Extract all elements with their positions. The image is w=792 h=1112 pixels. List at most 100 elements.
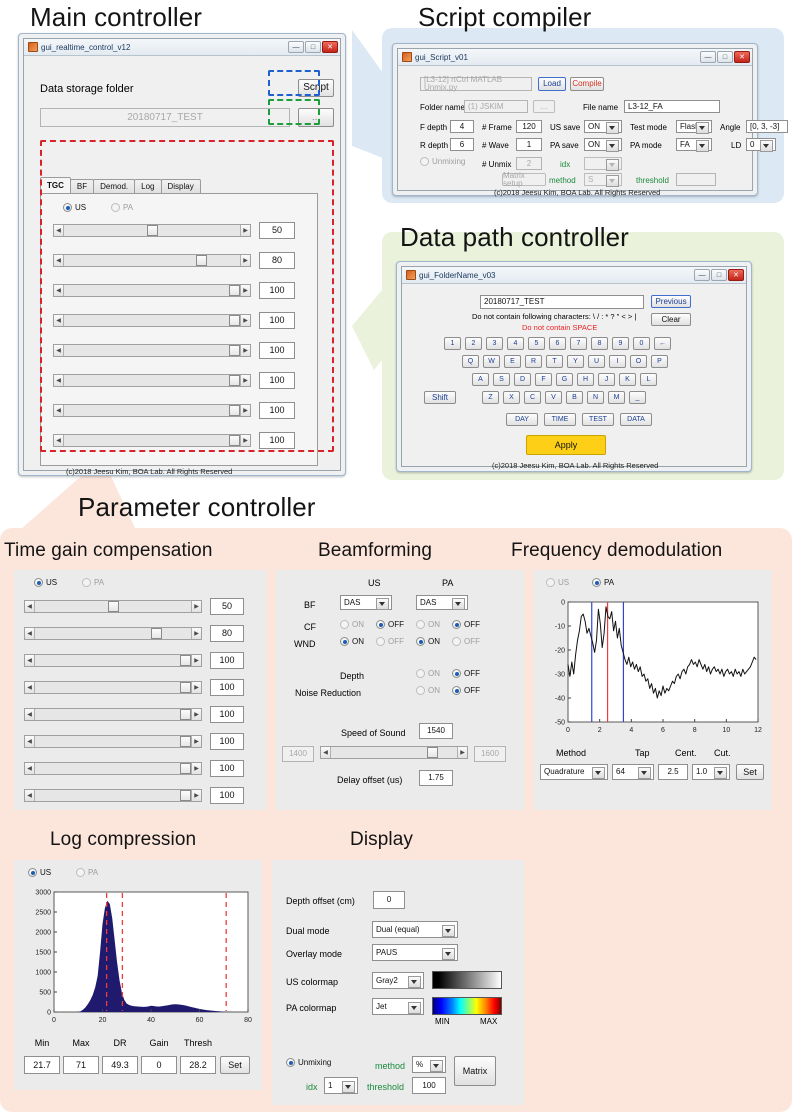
folder-browse-button[interactable]: ... (533, 100, 555, 113)
keyboard-key[interactable]: S (493, 373, 510, 386)
matrix-setup-button[interactable]: Matrix setup (502, 171, 546, 187)
browse-button[interactable]: ... (298, 108, 334, 127)
tab-bf[interactable]: BF (69, 179, 95, 193)
shift-key[interactable]: Shift (424, 391, 456, 404)
tgc-value-field[interactable]: 50 (259, 222, 295, 239)
tgc-slider[interactable]: ◀ ▶ (53, 314, 251, 327)
slider-right-arrow-icon[interactable]: ▶ (191, 736, 201, 747)
keyboard-key[interactable]: 7 (570, 337, 587, 350)
macro-key[interactable]: DAY (506, 413, 538, 426)
keyboard-key[interactable]: Y (567, 355, 584, 368)
slider-left-arrow-icon[interactable]: ◀ (54, 315, 64, 326)
maximize-button[interactable]: □ (305, 41, 321, 53)
n-wave-field[interactable]: 1 (516, 138, 542, 151)
close-button[interactable]: ✕ (728, 269, 744, 281)
tab-display[interactable]: Display (160, 179, 201, 193)
overlay-mode-dropdown[interactable]: PAUS (372, 944, 458, 961)
tgc-value-field[interactable]: 100 (210, 787, 244, 804)
log-field-value[interactable]: 71 (63, 1056, 99, 1074)
threshold-field[interactable] (676, 173, 716, 186)
slider-track[interactable] (35, 682, 191, 693)
demod-set-button[interactable]: Set (736, 764, 764, 780)
slider-left-arrow-icon[interactable]: ◀ (54, 255, 64, 266)
keyboard-key[interactable]: Z (482, 391, 499, 404)
slider-right-arrow-icon[interactable]: ▶ (191, 763, 201, 774)
cf-pa-on[interactable]: ON (416, 620, 440, 629)
slider-left-arrow-icon[interactable]: ◀ (54, 345, 64, 356)
tgc-value-field[interactable]: 100 (259, 402, 295, 419)
cf-us-off[interactable]: OFF (376, 620, 404, 629)
slider-right-arrow-icon[interactable]: ▶ (191, 790, 201, 801)
previous-button[interactable]: Previous (651, 295, 691, 308)
slider-track[interactable] (64, 315, 240, 326)
slider-thumb[interactable] (146, 225, 158, 236)
slider-left-arrow-icon[interactable]: ◀ (54, 375, 64, 386)
wnd-pa-on[interactable]: ON (416, 637, 440, 646)
compile-button[interactable]: Compile (570, 77, 604, 91)
pa-colormap-dropdown[interactable]: Jet (372, 998, 424, 1015)
maximize-button[interactable]: □ (717, 51, 733, 63)
keyboard-key[interactable]: G (556, 373, 573, 386)
keyboard-key[interactable]: V (545, 391, 562, 404)
demod-tap-dropdown[interactable]: 64 (612, 764, 654, 780)
tgc-slider[interactable]: ◀ ▶ (24, 789, 202, 802)
slider-track[interactable] (35, 763, 191, 774)
storage-folder-field[interactable]: 20180717_TEST (40, 108, 290, 127)
main-tgc-radio-pa[interactable]: PA (111, 203, 133, 212)
macro-key[interactable]: TEST (582, 413, 614, 426)
keyboard-key[interactable]: J (598, 373, 615, 386)
noise-off[interactable]: OFF (452, 686, 480, 695)
keyboard-key[interactable]: 1 (444, 337, 461, 350)
slider-thumb[interactable] (427, 747, 438, 758)
log-set-button[interactable]: Set (220, 1056, 250, 1074)
slider-left-arrow-icon[interactable]: ◀ (25, 601, 35, 612)
script-path-field[interactable]: [L3-12] rtCtrl MATLAB Unmix.py (420, 76, 532, 92)
tgc-value-field[interactable]: 100 (210, 652, 244, 669)
wnd-pa-off[interactable]: OFF (452, 637, 480, 646)
slider-right-arrow-icon[interactable]: ▶ (191, 601, 201, 612)
tgc-value-field[interactable]: 100 (210, 760, 244, 777)
slider-right-arrow-icon[interactable]: ▶ (240, 225, 250, 236)
bf-pa-dropdown[interactable]: DAS (416, 595, 468, 610)
slider-thumb[interactable] (180, 790, 191, 801)
tgc-slider[interactable]: ◀ ▶ (24, 681, 202, 694)
keyboard-key[interactable]: U (588, 355, 605, 368)
cf-us-on[interactable]: ON (340, 620, 364, 629)
slider-right-arrow-icon[interactable]: ▶ (240, 345, 250, 356)
folder-name-field[interactable]: (1) JSKIM (464, 100, 528, 113)
slider-right-arrow-icon[interactable]: ▶ (191, 709, 201, 720)
slider-track[interactable] (64, 405, 240, 416)
tgc-value-field[interactable]: 100 (259, 312, 295, 329)
tgc-slider[interactable]: ◀ ▶ (53, 434, 251, 447)
us-colormap-dropdown[interactable]: Gray2 (372, 972, 424, 989)
keyboard-key[interactable]: C (524, 391, 541, 404)
maximize-button[interactable]: □ (711, 269, 727, 281)
slider-left-arrow-icon[interactable]: ◀ (25, 655, 35, 666)
slider-thumb[interactable] (229, 345, 240, 356)
keyboard-key[interactable]: I (609, 355, 626, 368)
keyboard-key[interactable]: X (503, 391, 520, 404)
tgc-slider[interactable]: ◀ ▶ (53, 344, 251, 357)
n-frame-field[interactable]: 120 (516, 120, 542, 133)
depth-off[interactable]: OFF (452, 669, 480, 678)
demod-cent-field[interactable]: 2.5 (658, 764, 688, 780)
tgc-value-field[interactable]: 100 (259, 372, 295, 389)
tgc-value-field[interactable]: 100 (210, 706, 244, 723)
slider-right-arrow-icon[interactable]: ▶ (191, 682, 201, 693)
slider-thumb[interactable] (180, 682, 191, 693)
keyboard-key[interactable]: R (525, 355, 542, 368)
keyboard-key[interactable]: M (608, 391, 625, 404)
slider-track[interactable] (64, 375, 240, 386)
demod-radio-pa[interactable]: PA (592, 578, 614, 587)
display-unmixing-radio[interactable]: Unmixing (286, 1058, 331, 1067)
demod-cut-dropdown[interactable]: 1.0 (692, 764, 730, 780)
slider-left-arrow-icon[interactable]: ◀ (25, 790, 35, 801)
slider-thumb[interactable] (180, 763, 191, 774)
slider-right-arrow-icon[interactable]: ▶ (240, 315, 250, 326)
keyboard-key[interactable]: 5 (528, 337, 545, 350)
tgc-value-field[interactable]: 80 (210, 625, 244, 642)
keyboard-key[interactable]: 8 (591, 337, 608, 350)
tgc-value-field[interactable]: 100 (259, 282, 295, 299)
slider-thumb[interactable] (180, 709, 191, 720)
apply-button[interactable]: Apply (526, 435, 606, 455)
